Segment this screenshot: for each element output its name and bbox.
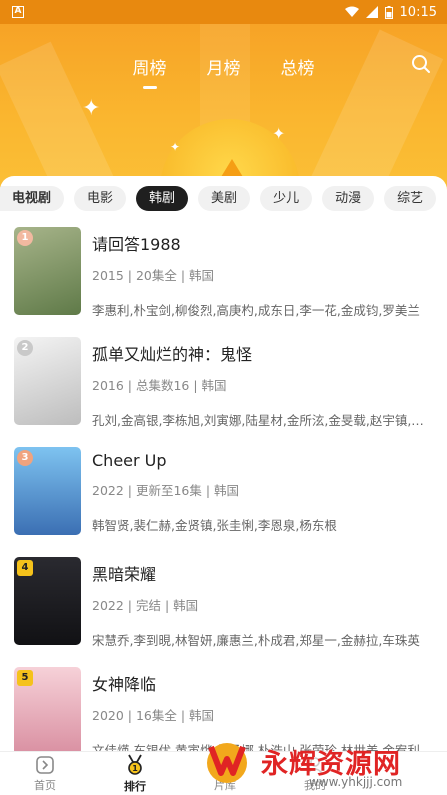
watermark-logo-icon (207, 743, 247, 783)
ranking-period-tabs: 周榜 月榜 总榜 (0, 54, 447, 79)
list-item[interactable]: 4 黑暗荣耀 2022 | 完结 | 韩国 宋慧乔,李到晛,林智妍,廉惠兰,朴成… (0, 557, 447, 667)
item-title: 女神降临 (92, 675, 157, 694)
sparkle-icon: ✦ (272, 124, 286, 143)
poster-image: 2 (14, 337, 81, 425)
item-cast: 孔刘,金高银,李栋旭,刘寅娜,陆星材,金所泫,金旻载,赵宇镇,金炳哲 (92, 413, 447, 428)
poster-image: 4 (14, 557, 81, 645)
tab-monthly[interactable]: 月榜 (207, 54, 241, 79)
nav-home-label: 首页 (34, 778, 56, 792)
rank-badge: 4 (17, 560, 33, 576)
nav-home[interactable]: 首页 (0, 752, 90, 795)
site-watermark: 永辉资源网 www.yhkjjj.com (199, 731, 439, 791)
item-meta: 2022 | 更新至16集 | 韩国 (92, 483, 240, 498)
poster-image: 1 (14, 227, 81, 315)
rank-badge: 3 (17, 450, 33, 466)
tab-total[interactable]: 总榜 (281, 54, 315, 79)
battery-icon (384, 5, 393, 19)
status-time: 10:15 (399, 4, 437, 20)
category-variety[interactable]: 综艺 (384, 186, 437, 211)
item-meta: 2020 | 16集全 | 韩国 (92, 708, 215, 723)
list-item[interactable]: 3 Cheer Up 2022 | 更新至16集 | 韩国 韩智贤,裴仁赫,金贤… (0, 447, 447, 557)
category-tabs: 电视剧 电影 韩剧 美剧 少儿 动漫 综艺 (0, 176, 447, 211)
rank-badge: 1 (17, 230, 33, 246)
list-item[interactable]: 2 孤单又灿烂的神：鬼怪 2016 | 总集数16 | 韩国 孔刘,金高银,李栋… (0, 337, 447, 447)
item-cast: 李惠利,朴宝剑,柳俊烈,高庚杓,成东日,李一花,金成钧,罗美兰 (92, 303, 420, 318)
poster-image: 3 (14, 447, 81, 535)
list-item[interactable]: 1 请回答1988 2015 | 20集全 | 韩国 李惠利,朴宝剑,柳俊烈,高… (0, 227, 447, 337)
item-title: 黑暗荣耀 (92, 565, 157, 584)
header-banner: ✦ ✦ ✦ 周榜 月榜 总榜 (0, 24, 447, 194)
category-tv[interactable]: 电视剧 (0, 186, 65, 211)
category-american[interactable]: 美剧 (198, 186, 251, 211)
search-icon[interactable] (411, 54, 431, 74)
wifi-icon (344, 6, 359, 17)
sparkle-icon: ✦ (82, 96, 101, 121)
item-meta: 2022 | 完结 | 韩国 (92, 598, 199, 613)
watermark-url: www.yhkjjj.com (309, 775, 403, 789)
item-title: 孤单又灿烂的神：鬼怪 (92, 345, 253, 364)
category-anime[interactable]: 动漫 (322, 186, 375, 211)
item-meta: 2015 | 20集全 | 韩国 (92, 268, 215, 283)
svg-text:1: 1 (132, 764, 138, 773)
category-kids[interactable]: 少儿 (260, 186, 313, 211)
status-icons: 10:15 (344, 4, 437, 20)
category-korean[interactable]: 韩剧 (136, 186, 189, 211)
nav-ranking-label: 排行 (124, 779, 146, 793)
medal-icon: 1 (128, 754, 142, 775)
item-title: Cheer Up (92, 451, 167, 470)
app-notification-icon: A (12, 6, 24, 18)
item-cast: 宋慧乔,李到晛,林智妍,廉惠兰,朴成君,郑星一,金赫拉,车珠英 (92, 633, 420, 648)
ranking-panel: 电视剧 电影 韩剧 美剧 少儿 动漫 综艺 1 请回答1988 2015 | 2… (0, 176, 447, 751)
rank-badge: 2 (17, 340, 33, 356)
poster-image: 5 (14, 667, 81, 751)
rank-badge: 5 (17, 670, 33, 686)
category-movie[interactable]: 电影 (74, 186, 127, 211)
sparkle-icon: ✦ (170, 140, 181, 154)
home-icon (36, 755, 54, 774)
status-bar: A 10:15 (0, 0, 447, 24)
item-title: 请回答1988 (92, 235, 181, 254)
ranking-list: 1 请回答1988 2015 | 20集全 | 韩国 李惠利,朴宝剑,柳俊烈,高… (0, 227, 447, 751)
tab-weekly[interactable]: 周榜 (133, 54, 167, 79)
nav-ranking[interactable]: 1 排行 (90, 752, 180, 795)
signal-icon (365, 6, 378, 18)
item-meta: 2016 | 总集数16 | 韩国 (92, 378, 227, 393)
item-cast: 韩智贤,裴仁赫,金贤镇,张圭悧,李恩泉,杨东根 (92, 518, 337, 533)
